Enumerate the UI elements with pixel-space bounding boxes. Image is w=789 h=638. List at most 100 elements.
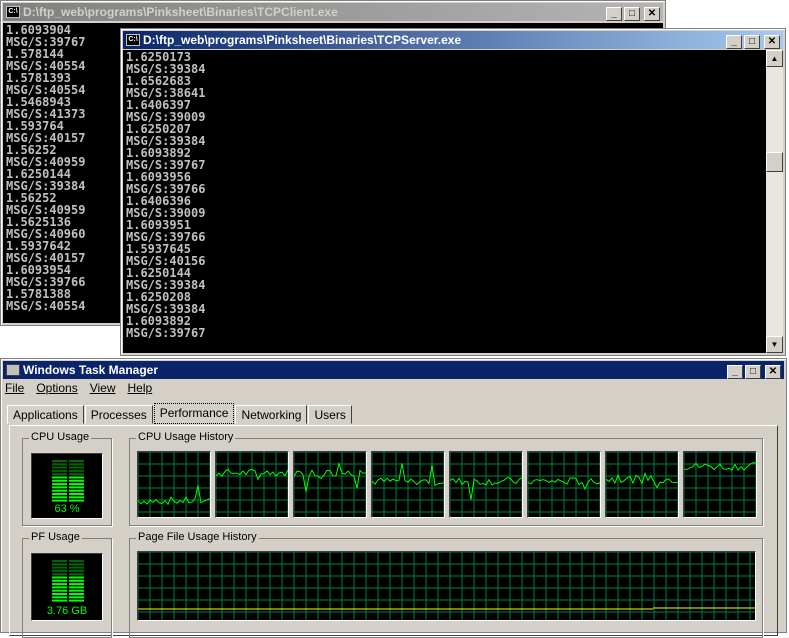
meter-bar [52,469,67,472]
taskmgr-icon [6,364,20,376]
meter-bar [52,576,67,579]
maximize-button[interactable]: □ [624,7,640,21]
console-line: 1.6093951 [126,218,192,232]
meter-bar [69,583,84,586]
tab-performance[interactable]: Performance [153,403,235,424]
console-line: MSG/S:40156 [126,254,206,268]
minimize-button[interactable]: _ [727,365,743,379]
meter-bar [69,566,84,569]
console-line: 1.6250173 [126,50,192,64]
pf-history-graph [137,551,756,621]
vertical-scrollbar[interactable]: ▲ ▼ [766,50,783,353]
meter-bar [69,563,84,566]
meter-bar [52,599,67,602]
meter-bar [52,489,67,492]
scroll-down-button[interactable]: ▼ [766,336,783,353]
meter-bar [52,463,67,466]
task-manager-window[interactable]: Windows Task Manager _ □ ✕ File Options … [0,358,787,638]
console-line: MSG/S:39009 [126,110,206,124]
console-line: 1.6093892 [126,314,192,328]
console-line: 1.6406397 [126,98,192,112]
menu-options[interactable]: Options [36,381,77,395]
console-line: MSG/S:39766 [126,182,206,196]
cpu-usage-meter: 63 % [31,453,103,519]
tab-applications[interactable]: Applications [7,405,84,424]
meter-bar [52,583,67,586]
cpu-core-graph [449,451,523,518]
meter-bar [52,566,67,569]
console-line: MSG/S:39767 [126,158,206,172]
console-line: 1.6093956 [126,170,192,184]
meter-bar [69,486,84,489]
cpu-core-graph [137,451,211,518]
meter-bar [52,563,67,566]
close-button[interactable]: ✕ [644,7,660,21]
meter-bar [69,576,84,579]
meter-bar [52,579,67,582]
cpu-core-graph [683,451,757,518]
server-console-output: 1.6250173 MSG/S:39384 1.6562683 MSG/S:38641… [123,50,766,353]
meter-bar [52,569,67,572]
console-line: MSG/S:38641 [126,86,206,100]
cpu-core-graph [293,451,367,518]
meter-bar [69,463,84,466]
tab-bar: Applications Processes Performance Netwo… [7,403,353,424]
cpu-core-graph [215,451,289,518]
close-button[interactable]: ✕ [764,35,780,49]
meter-bar [52,460,67,462]
cpu-core-graph [527,451,601,518]
pf-usage-value: 3.76 GB [46,605,88,617]
cpu-usage-group: CPU Usage 63 % [22,431,112,526]
menu-file[interactable]: File [5,381,24,395]
console-line: MSG/S:39384 [126,62,206,76]
console-icon: C:\ [126,34,140,46]
client-title: D:\ftp_web\programs\Pinksheet\Binaries\T… [23,5,338,19]
pf-history-group: Page File Usage History [129,531,763,638]
tab-processes[interactable]: Processes [84,405,153,424]
console-icon: C:\ [6,6,20,18]
maximize-button[interactable]: □ [744,35,760,49]
meter-bar [52,596,67,599]
menu-help[interactable]: Help [128,381,153,395]
server-titlebar[interactable]: C:\ D:\ftp_web\programs\Pinksheet\Binari… [123,31,783,49]
minimize-button[interactable]: _ [726,35,742,49]
meter-bar [69,476,84,479]
meter-bar [52,573,67,576]
pf-usage-label: PF Usage [29,531,82,543]
meter-bar [52,493,67,495]
meter-bar [69,483,84,486]
console-line: 1.6093892 [126,146,192,160]
pf-history-label: Page File Usage History [136,531,259,543]
console-line: MSG/S:39766 [126,230,206,244]
meter-bar [52,499,67,502]
meter-bar [69,466,84,469]
scroll-up-button[interactable]: ▲ [766,50,783,67]
meter-bar [69,569,84,572]
client-titlebar[interactable]: C:\ D:\ftp_web\programs\Pinksheet\Binari… [3,3,663,21]
menu-view[interactable]: View [90,381,116,395]
meter-bar [69,499,84,502]
maximize-button[interactable]: □ [745,365,761,379]
cpu-core-graph [605,451,679,518]
console-line: 1.6562683 [126,74,192,88]
cpu-usage-value: 63 % [54,503,80,515]
taskmgr-titlebar[interactable]: Windows Task Manager _ □ ✕ [3,361,784,379]
tab-users[interactable]: Users [308,405,352,424]
console-line: 1.6250144 [126,266,192,280]
pf-usage-group: PF Usage 3.76 GB [22,531,112,638]
meter-bar [69,586,84,589]
close-button[interactable]: ✕ [765,365,781,379]
tab-networking[interactable]: Networking [235,405,308,424]
meter-bar [52,560,67,562]
cpu-history-label: CPU Usage History [136,431,236,443]
console-line: 1.6250207 [126,122,192,136]
minimize-button[interactable]: _ [606,7,622,21]
cpu-usage-label: CPU Usage [29,431,92,443]
meter-bar [52,476,67,479]
menu-bar: File Options View Help [5,381,152,395]
cpu-history-group: CPU Usage History [129,431,763,526]
tcpserver-window[interactable]: C:\ D:\ftp_web\programs\Pinksheet\Binari… [120,28,786,356]
taskmgr-title: Windows Task Manager [23,363,159,377]
meter-bar [52,479,67,482]
scroll-thumb[interactable] [766,152,783,172]
